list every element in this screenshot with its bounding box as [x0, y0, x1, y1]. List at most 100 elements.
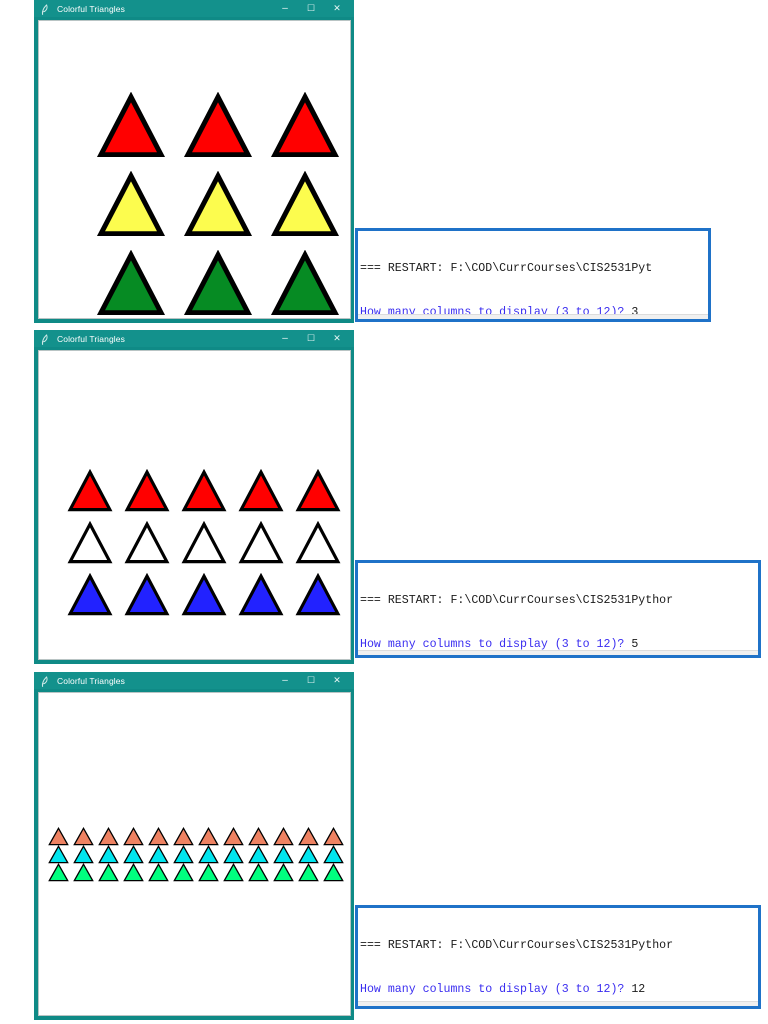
triangle-turquoise2 — [46, 845, 71, 865]
triangle-blue — [232, 564, 289, 616]
triangle-turquoise2 — [171, 845, 196, 865]
panel-2: Colorful Triangles – ☐ ✕ === RESTART: F:… — [0, 330, 768, 670]
idle-shell-3[interactable]: === RESTART: F:\COD\CurrCourses\CIS2531P… — [355, 905, 761, 1009]
maximize-button[interactable]: ☐ — [298, 330, 324, 347]
triangle-white — [118, 512, 175, 564]
triangle-rows — [46, 827, 346, 883]
panel-3: Colorful Triangles – ☐ ✕ === RESTART: F:… — [0, 670, 768, 1024]
triangle-row — [46, 827, 346, 847]
close-button[interactable]: ✕ — [324, 0, 350, 17]
shell-output-2: === RESTART: F:\COD\CurrCourses\CIS2531P… — [358, 563, 758, 655]
turtle-window-2[interactable]: Colorful Triangles – ☐ ✕ — [34, 330, 354, 664]
window-title: Colorful Triangles — [57, 675, 125, 686]
triangle-row — [87, 78, 348, 157]
triangle-salmon2 — [221, 827, 246, 847]
window-titlebar[interactable]: Colorful Triangles – ☐ ✕ — [34, 672, 354, 689]
triangle-red — [118, 460, 175, 512]
triangle-turquoise2 — [246, 845, 271, 865]
python-feather-icon — [40, 333, 51, 345]
triangle-turquoise2 — [121, 845, 146, 865]
close-button[interactable]: ✕ — [324, 672, 350, 689]
triangle-blue — [175, 564, 232, 616]
restart-line: === RESTART: F:\COD\CurrCourses\CIS2531P… — [360, 262, 653, 276]
triangle-turquoise2 — [321, 845, 346, 865]
triangle-salmon2 — [171, 827, 196, 847]
triangle-turquoise2 — [221, 845, 246, 865]
shell-output-1: === RESTART: F:\COD\CurrCourses\CIS2531P… — [358, 231, 708, 319]
triangle-red — [61, 460, 118, 512]
triangle-turquoise2 — [271, 845, 296, 865]
triangle-spring-green — [71, 863, 96, 883]
triangle-green — [261, 236, 348, 315]
triangle-green — [174, 236, 261, 315]
triangle-grid-2 — [39, 351, 350, 659]
triangle-turquoise2 — [296, 845, 321, 865]
triangle-turquoise2 — [71, 845, 96, 865]
triangle-salmon2 — [196, 827, 221, 847]
triangle-red — [289, 460, 346, 512]
triangle-turquoise2 — [196, 845, 221, 865]
window-titlebar[interactable]: Colorful Triangles – ☐ ✕ — [34, 0, 354, 17]
turtle-canvas[interactable] — [38, 20, 351, 319]
triangle-row — [46, 863, 346, 883]
triangle-yellow — [174, 157, 261, 236]
triangle-salmon2 — [121, 827, 146, 847]
restart-line: === RESTART: F:\COD\CurrCourses\CIS2531P… — [360, 594, 674, 608]
python-feather-icon — [40, 675, 51, 687]
triangle-green — [87, 236, 174, 315]
triangle-salmon2 — [96, 827, 121, 847]
triangle-salmon2 — [146, 827, 171, 847]
prompt-columns: How many columns to display (3 to 12)? — [360, 982, 632, 996]
triangle-white — [289, 512, 346, 564]
triangle-spring-green — [321, 863, 346, 883]
minimize-button[interactable]: – — [272, 330, 298, 347]
close-button[interactable]: ✕ — [324, 330, 350, 347]
shell-output-3: === RESTART: F:\COD\CurrCourses\CIS2531P… — [358, 908, 758, 1006]
triangle-spring-green — [46, 863, 71, 883]
horizontal-scrollbar[interactable] — [358, 1001, 758, 1006]
panel-1: Colorful Triangles – ☐ ✕ === RESTART: F:… — [0, 0, 768, 330]
triangle-spring-green — [96, 863, 121, 883]
triangle-spring-green — [121, 863, 146, 883]
triangle-row — [61, 564, 346, 616]
turtle-window-1[interactable]: Colorful Triangles – ☐ ✕ — [34, 0, 354, 323]
triangle-salmon2 — [71, 827, 96, 847]
horizontal-scrollbar[interactable] — [358, 314, 708, 319]
triangle-spring-green — [271, 863, 296, 883]
triangle-turquoise2 — [146, 845, 171, 865]
turtle-canvas[interactable] — [38, 692, 351, 1016]
triangle-white — [61, 512, 118, 564]
turtle-window-3[interactable]: Colorful Triangles – ☐ ✕ — [34, 672, 354, 1020]
triangle-red — [87, 78, 174, 157]
triangle-red — [175, 460, 232, 512]
triangle-row — [46, 845, 346, 865]
triangle-rows — [61, 460, 346, 616]
triangle-white — [232, 512, 289, 564]
triangle-grid-1 — [39, 21, 350, 318]
maximize-button[interactable]: ☐ — [298, 672, 324, 689]
triangle-salmon2 — [246, 827, 271, 847]
triangle-spring-green — [221, 863, 246, 883]
maximize-button[interactable]: ☐ — [298, 0, 324, 17]
idle-shell-2[interactable]: === RESTART: F:\COD\CurrCourses\CIS2531P… — [355, 560, 761, 658]
triangle-row — [87, 236, 348, 315]
triangle-yellow — [87, 157, 174, 236]
triangle-grid-3 — [39, 693, 350, 1015]
triangle-turquoise2 — [96, 845, 121, 865]
horizontal-scrollbar[interactable] — [358, 650, 758, 655]
turtle-canvas[interactable] — [38, 350, 351, 660]
triangle-salmon2 — [296, 827, 321, 847]
triangle-white — [175, 512, 232, 564]
minimize-button[interactable]: – — [272, 672, 298, 689]
triangle-spring-green — [296, 863, 321, 883]
minimize-button[interactable]: – — [272, 0, 298, 17]
triangle-spring-green — [146, 863, 171, 883]
window-titlebar[interactable]: Colorful Triangles – ☐ ✕ — [34, 330, 354, 347]
triangle-blue — [61, 564, 118, 616]
triangle-red — [174, 78, 261, 157]
triangle-red — [232, 460, 289, 512]
triangle-blue — [289, 564, 346, 616]
triangle-yellow — [261, 157, 348, 236]
triangle-salmon2 — [46, 827, 71, 847]
idle-shell-1[interactable]: === RESTART: F:\COD\CurrCourses\CIS2531P… — [355, 228, 711, 322]
